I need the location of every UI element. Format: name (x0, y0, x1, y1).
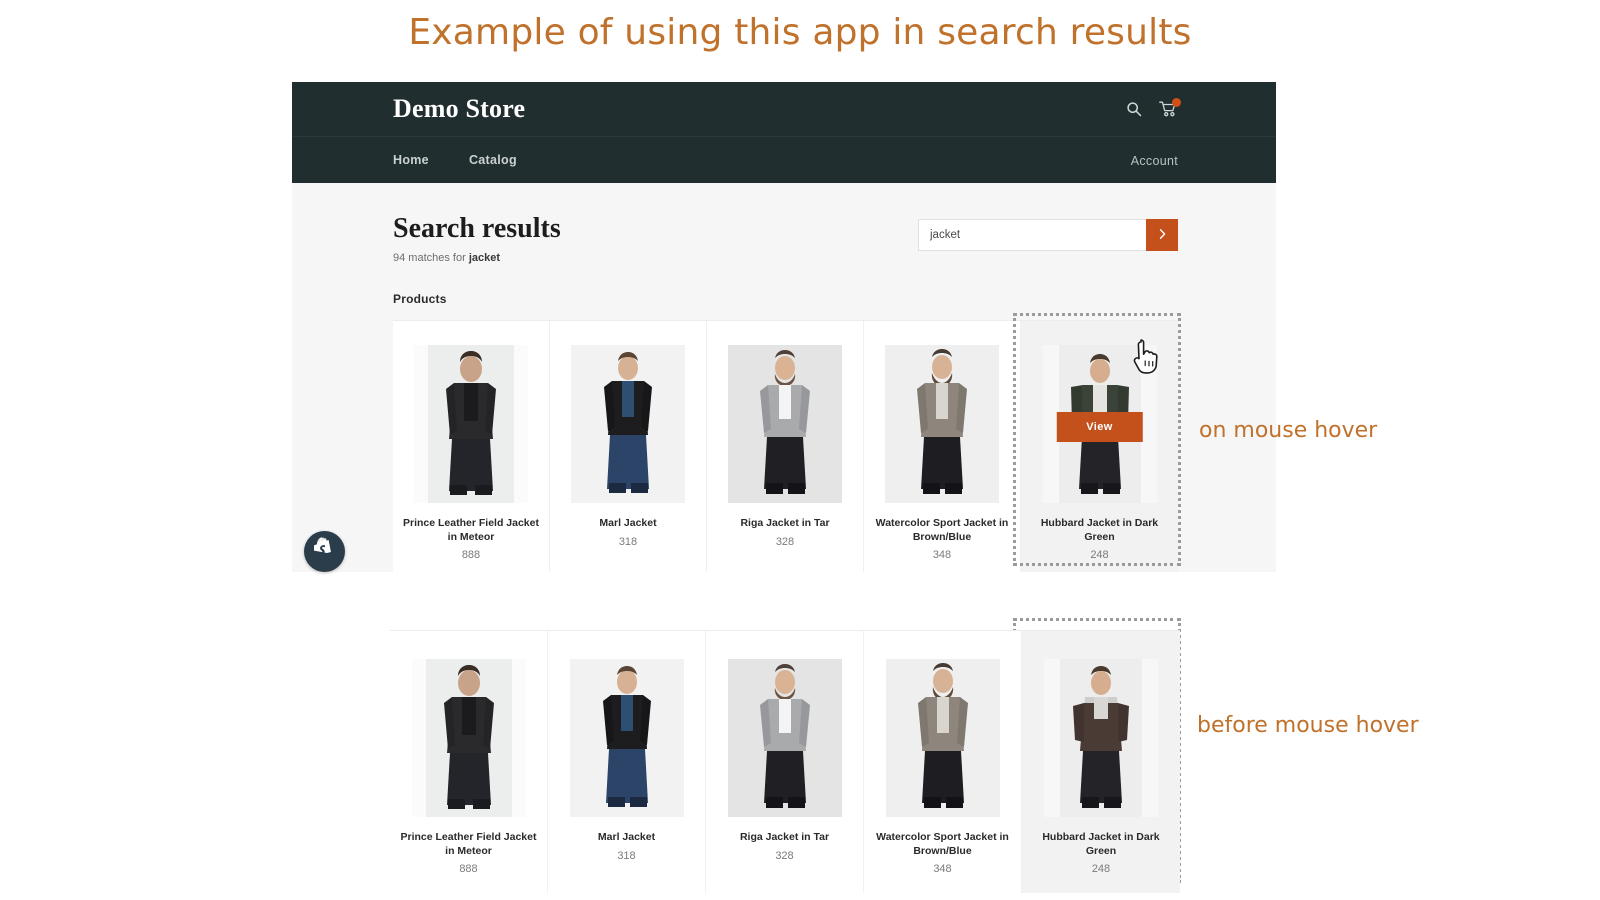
shopify-logo-icon (313, 537, 336, 566)
product-image-wrap (414, 345, 528, 504)
product-image (885, 659, 1000, 817)
product-image-wrap (885, 659, 1000, 817)
product-image (885, 345, 999, 504)
product-price: 888 (459, 863, 478, 876)
product-card[interactable]: Watercolor Sport Jacket in Brown/Blue 34… (864, 631, 1022, 894)
product-title: Watercolor Sport Jacket in Brown/Blue (875, 517, 1009, 543)
search-results-header: Search results 94 matches for jacket (393, 213, 1178, 264)
product-price: 348 (932, 549, 952, 562)
product-title: Marl Jacket (599, 517, 657, 530)
product-image-wrap (728, 345, 842, 504)
product-grid-default: Prince Leather Field Jacket in Meteor 88… (390, 630, 1180, 894)
store-brand-logo[interactable]: Demo Store (393, 94, 525, 124)
product-image-wrap (1044, 659, 1158, 817)
pointing-hand-cursor-icon (1132, 338, 1166, 378)
nav-item-catalog[interactable]: Catalog (469, 153, 517, 167)
product-card[interactable]: Watercolor Sport Jacket in Brown/Blue 34… (864, 321, 1021, 572)
product-title: Hubbard Jacket in Dark Green (1042, 831, 1160, 857)
product-title: Prince Leather Field Jacket in Meteor (403, 517, 539, 543)
store-header: Demo Store (292, 82, 1276, 136)
product-image (727, 659, 842, 817)
product-card-highlighted[interactable]: Hubbard Jacket in Dark Green 248 (1022, 631, 1180, 894)
product-price: 248 (1090, 549, 1109, 562)
store-navbar: Home Catalog Account (292, 136, 1276, 183)
navbar-right: Account (1131, 137, 1178, 184)
product-image-wrap (885, 345, 999, 504)
product-card[interactable]: Riga Jacket in Tar 328 (706, 631, 864, 894)
product-card[interactable]: Marl Jacket 318 (548, 631, 706, 894)
product-image-wrap (569, 659, 684, 817)
annotation-before-mouse-hover: before mouse hover (1197, 713, 1419, 738)
matches-summary-prefix: 94 matches for (393, 252, 469, 265)
matches-summary: 94 matches for jacket (393, 252, 561, 264)
product-card[interactable]: Riga Jacket in Tar 328 (707, 321, 864, 572)
product-price: 318 (618, 535, 638, 548)
product-image-wrap (727, 659, 842, 817)
annotation-on-mouse-hover: on mouse hover (1199, 418, 1378, 443)
cart-count-badge (1172, 98, 1181, 107)
store-header-actions (1124, 82, 1181, 136)
product-title: Marl Jacket (597, 831, 656, 843)
chevron-right-icon (1158, 228, 1167, 243)
nav-item-account[interactable]: Account (1131, 154, 1178, 168)
search-input[interactable] (918, 219, 1146, 251)
screenshot-root: Example of using this app in search resu… (0, 0, 1600, 900)
product-title: Prince Leather Field Jacket in Meteor (400, 831, 537, 857)
product-image (728, 345, 842, 504)
search-form (918, 219, 1178, 251)
search-submit-button[interactable] (1146, 219, 1178, 251)
product-image-wrap (571, 345, 685, 504)
product-price: 248 (1091, 863, 1111, 876)
product-title: Riga Jacket in Tar (739, 831, 830, 843)
product-title: Watercolor Sport Jacket in Brown/Blue (876, 831, 1009, 857)
search-icon[interactable] (1124, 99, 1144, 119)
shopify-logo-badge[interactable] (304, 531, 345, 572)
product-title: Hubbard Jacket in Dark Green (1040, 517, 1159, 543)
search-results-heading-block: Search results 94 matches for jacket (393, 213, 561, 264)
view-button[interactable]: View (1056, 412, 1143, 443)
product-price: 348 (933, 863, 952, 876)
product-title: Riga Jacket in Tar (740, 517, 830, 530)
product-card[interactable]: Prince Leather Field Jacket in Meteor 88… (393, 321, 550, 572)
demo-store-window: Demo Store Home Catalog Account Search r… (292, 82, 1276, 572)
product-card[interactable]: Prince Leather Field Jacket in Meteor 88… (390, 631, 548, 894)
product-image (411, 659, 526, 817)
matches-query-term: jacket (468, 252, 501, 265)
product-grid-hover: Prince Leather Field Jacket in Meteor 88… (393, 320, 1178, 572)
product-price: 888 (461, 549, 481, 562)
product-image (569, 659, 684, 817)
product-image (571, 345, 685, 504)
search-results-content: Search results 94 matches for jacket Pro… (292, 183, 1276, 572)
page-title: Search results (393, 213, 561, 244)
products-section-label: Products (393, 292, 447, 307)
product-price: 318 (617, 849, 636, 862)
nav-item-home[interactable]: Home (393, 153, 429, 167)
product-image (1044, 659, 1158, 817)
product-image-wrap (411, 659, 526, 817)
product-price: 328 (775, 849, 794, 862)
cart-icon[interactable] (1158, 98, 1181, 119)
product-price: 328 (775, 535, 795, 548)
product-card[interactable]: Marl Jacket 318 (550, 321, 707, 572)
product-image (414, 345, 528, 504)
page-caption: Example of using this app in search resu… (408, 12, 1192, 53)
